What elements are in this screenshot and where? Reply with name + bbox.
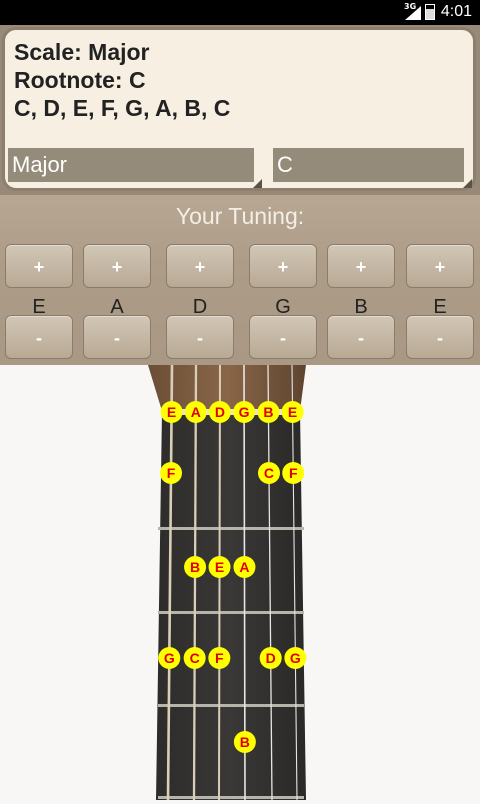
string-3 xyxy=(218,364,221,801)
root-dropdown-value: C xyxy=(277,152,293,177)
note-label: D xyxy=(215,404,225,420)
tune-down-button-4[interactable]: - xyxy=(249,315,317,359)
note-marker: B xyxy=(257,401,280,423)
scale-dropdown-value: Major xyxy=(12,152,68,177)
note-label: A xyxy=(191,404,201,420)
tune-up-button-1[interactable]: + xyxy=(5,244,73,288)
note-marker: G xyxy=(233,401,256,423)
note-label: E xyxy=(288,404,297,420)
tune-down-button-3[interactable]: - xyxy=(166,315,234,359)
fret-4 xyxy=(158,796,304,799)
root-dropdown[interactable]: C xyxy=(273,148,472,188)
scale-dropdown[interactable]: Major xyxy=(8,148,262,188)
clock: 4:01 xyxy=(440,3,472,20)
tuning-title: Your Tuning: xyxy=(175,203,305,229)
note-marker: D xyxy=(208,401,231,423)
rootnote-label: Rootnote: C xyxy=(14,67,146,93)
note-marker: B xyxy=(233,731,256,753)
dropdown-arrow-icon xyxy=(253,179,262,188)
note-marker: E xyxy=(208,556,231,578)
scale-label: Scale: Major xyxy=(14,39,150,65)
tune-up-button-5[interactable]: + xyxy=(327,244,395,288)
note-label: A xyxy=(239,559,249,575)
note-label: F xyxy=(167,465,176,481)
note-label: C xyxy=(264,465,274,481)
dropdown-arrow-icon xyxy=(463,179,472,188)
note-label: G xyxy=(239,404,250,420)
note-label: E xyxy=(167,404,176,420)
note-label: D xyxy=(266,650,276,666)
tune-down-button-5[interactable]: - xyxy=(327,315,395,359)
tune-down-button-1[interactable]: - xyxy=(5,315,73,359)
fret-2 xyxy=(158,611,304,614)
battery-icon xyxy=(425,4,435,20)
note-label: G xyxy=(290,650,301,666)
note-marker: A xyxy=(233,556,256,578)
note-label: B xyxy=(240,734,250,750)
tune-up-button-4[interactable]: + xyxy=(249,244,317,288)
note-label: B xyxy=(263,404,273,420)
scale-notes-label: C, D, E, F, G, A, B, C xyxy=(14,95,231,121)
tune-up-button-6[interactable]: + xyxy=(406,244,474,288)
note-marker: F xyxy=(160,462,183,484)
note-label: G xyxy=(164,650,175,666)
note-label: C xyxy=(190,650,200,666)
note-marker: F xyxy=(208,647,231,669)
note-marker: B xyxy=(184,556,207,578)
note-marker: C xyxy=(183,647,206,669)
note-label: F xyxy=(215,650,224,666)
tune-up-button-2[interactable]: + xyxy=(83,244,151,288)
tune-down-button-2[interactable]: - xyxy=(83,315,151,359)
status-bar: 3G 4:01 xyxy=(0,0,480,25)
note-marker: F xyxy=(282,462,305,484)
tune-down-button-6[interactable]: - xyxy=(406,315,474,359)
fretboard: E A D G B EF C FB E AG C F D GB xyxy=(148,364,307,801)
fret-3 xyxy=(158,704,304,707)
note-marker: E xyxy=(160,401,183,423)
note-marker: C xyxy=(257,462,280,484)
note-marker: G xyxy=(284,647,307,669)
signal-icon xyxy=(405,6,421,20)
note-label: E xyxy=(215,559,224,575)
note-marker: E xyxy=(281,401,304,423)
fretboard-area: EADGBEFCFBEAGCFDGB xyxy=(0,364,480,801)
note-marker: D xyxy=(259,647,282,669)
note-marker: A xyxy=(184,401,207,423)
note-label: F xyxy=(289,465,298,481)
tuning-panel: Your Tuning: + + + + + + E A D G B E - -… xyxy=(0,195,480,365)
tune-up-button-3[interactable]: + xyxy=(166,244,234,288)
fret-1 xyxy=(158,527,304,530)
note-label: B xyxy=(190,559,200,575)
note-marker: G xyxy=(158,647,181,669)
